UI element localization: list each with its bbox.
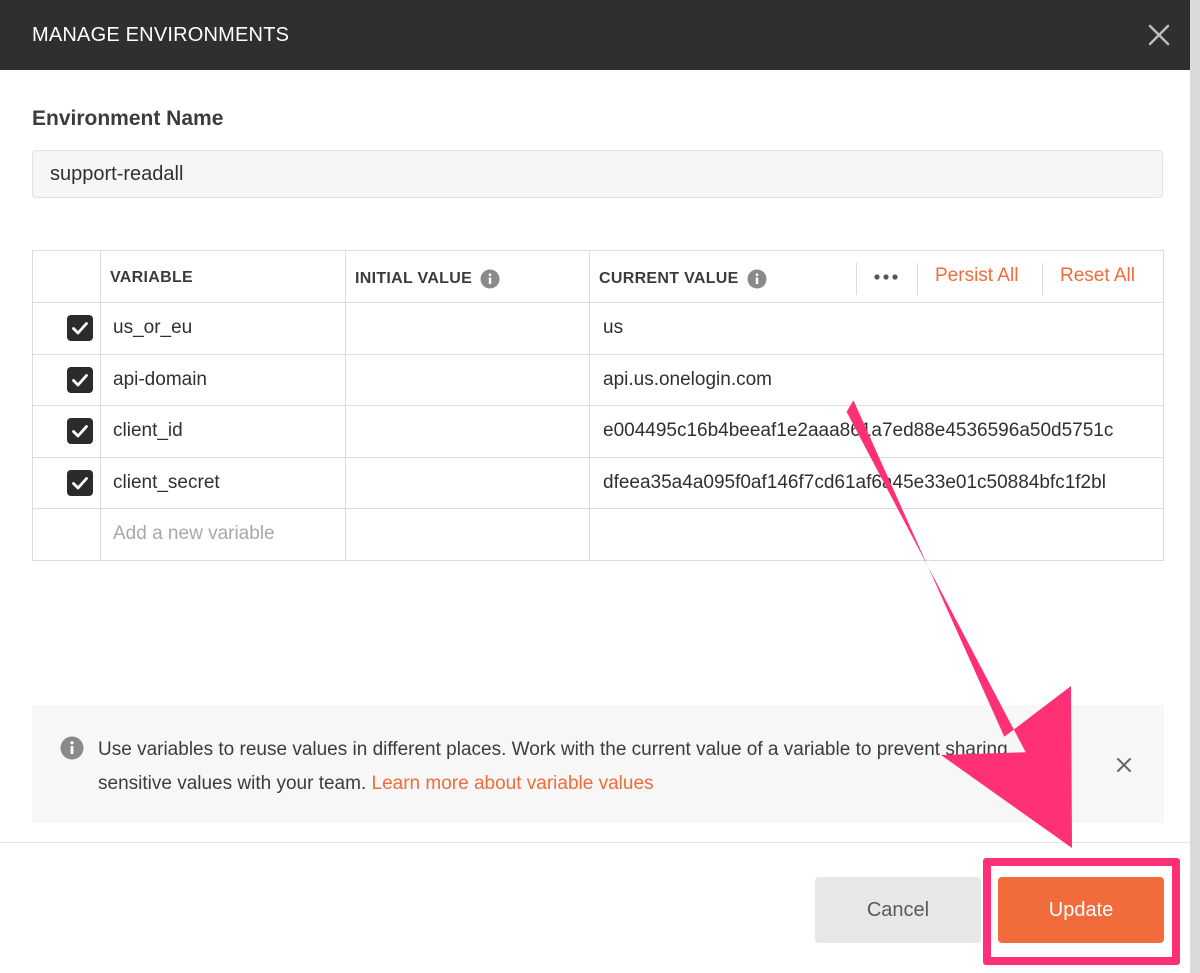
header-separator: [917, 263, 918, 295]
current-value-cell[interactable]: api.us.onelogin.com: [603, 369, 1153, 391]
checkmark-icon: [72, 425, 88, 438]
info-icon[interactable]: [747, 269, 767, 289]
table-divider: [33, 508, 1163, 509]
checkmark-icon: [72, 322, 88, 335]
info-banner-text: Use variables to reuse values in differe…: [98, 733, 1038, 801]
column-header-label: VARIABLE: [110, 269, 193, 286]
table-divider: [33, 405, 1163, 406]
current-value-cell[interactable]: dfeea35a4a095f0af146f7cd61af6a45e33e01c5…: [603, 472, 1153, 494]
backdrop: [1190, 0, 1200, 973]
cancel-button[interactable]: Cancel: [815, 877, 981, 943]
info-banner: Use variables to reuse values in differe…: [32, 705, 1164, 823]
close-icon[interactable]: [1144, 20, 1174, 50]
current-value-cell[interactable]: e004495c16b4beeaf1e2aaa861a7ed88e4536596…: [603, 420, 1153, 442]
dialog-title: MANAGE ENVIRONMENTS: [32, 24, 290, 46]
column-header-variable: VARIABLE: [110, 269, 193, 287]
manage-environments-dialog: MANAGE ENVIRONMENTS Environment Name VAR…: [0, 0, 1190, 973]
checkmark-icon: [72, 477, 88, 490]
checkmark-icon: [72, 374, 88, 387]
persist-all-button[interactable]: Persist All: [935, 265, 1018, 287]
reset-all-button[interactable]: Reset All: [1060, 265, 1135, 287]
variable-name-cell[interactable]: client_id: [113, 420, 339, 442]
header-separator: [1042, 263, 1043, 295]
info-icon[interactable]: [480, 269, 500, 289]
add-new-variable-input[interactable]: Add a new variable: [113, 523, 339, 545]
column-header-initial-value: INITIAL VALUE: [355, 269, 500, 289]
column-header-current-value: CURRENT VALUE: [599, 269, 767, 289]
table-divider: [33, 302, 1163, 303]
dialog-header: MANAGE ENVIRONMENTS: [0, 0, 1190, 70]
variable-name-cell[interactable]: api-domain: [113, 369, 339, 391]
column-header-label: INITIAL VALUE: [355, 270, 473, 287]
row-enabled-checkbox[interactable]: [67, 367, 93, 393]
learn-more-link[interactable]: Learn more about variable values: [372, 773, 654, 794]
variable-name-cell[interactable]: us_or_eu: [113, 317, 339, 339]
update-button[interactable]: Update: [998, 877, 1164, 943]
variables-table: VARIABLE INITIAL VALUE CURRENT VALUE Per…: [32, 250, 1164, 561]
row-enabled-checkbox[interactable]: [67, 315, 93, 341]
more-options-icon[interactable]: [871, 265, 901, 289]
variable-name-cell[interactable]: client_secret: [113, 472, 339, 494]
table-divider: [33, 457, 1163, 458]
column-header-label: CURRENT VALUE: [599, 270, 739, 287]
row-enabled-checkbox[interactable]: [67, 418, 93, 444]
dismiss-banner-icon[interactable]: [1114, 755, 1134, 775]
info-icon: [60, 736, 84, 760]
current-value-cell[interactable]: us: [603, 317, 1153, 339]
row-enabled-checkbox[interactable]: [67, 470, 93, 496]
footer-divider: [0, 842, 1190, 843]
environment-name-label: Environment Name: [32, 107, 224, 130]
table-divider: [33, 354, 1163, 355]
header-separator: [856, 263, 857, 295]
environment-name-input[interactable]: [32, 150, 1163, 198]
